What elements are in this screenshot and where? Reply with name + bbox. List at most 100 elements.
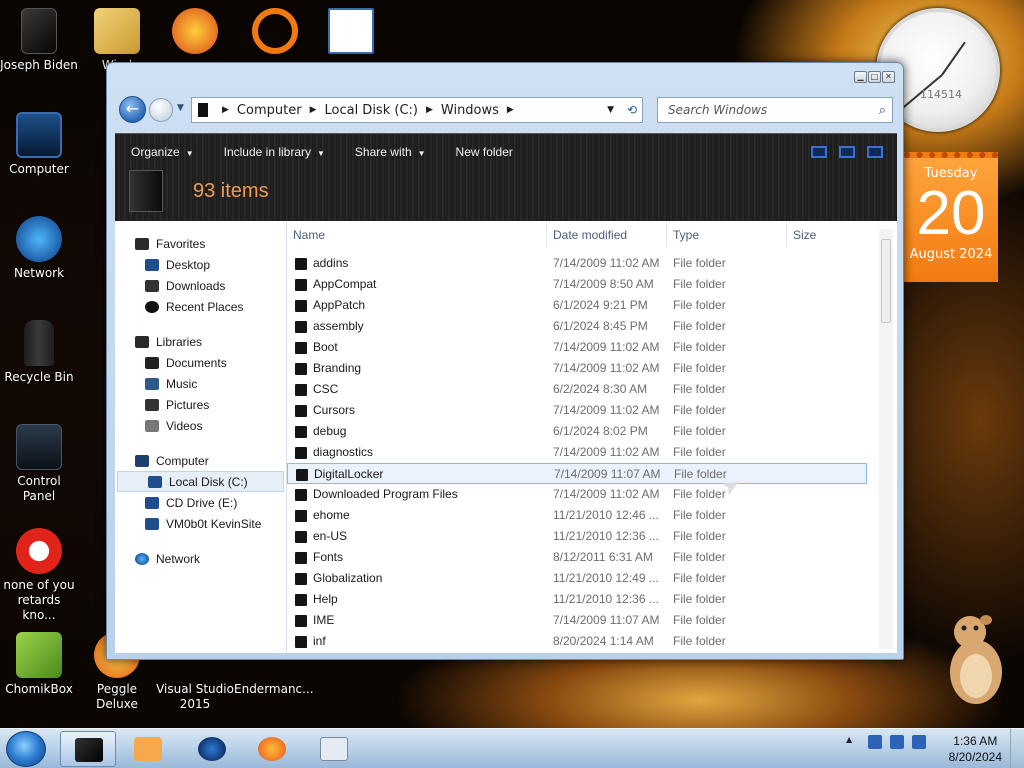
taskbar-firefox[interactable] — [244, 731, 300, 767]
chevron-right-icon[interactable]: ▶ — [222, 105, 229, 115]
caret-down-icon: ▼ — [317, 149, 325, 158]
scrollbar-thumb[interactable] — [881, 239, 891, 323]
refresh-icon[interactable]: ⟲ — [622, 103, 642, 117]
chevron-right-icon[interactable]: ▶ — [507, 105, 514, 115]
calendar-gadget[interactable]: Tuesday 20 August 2024 — [904, 152, 998, 282]
network-status-icon[interactable] — [890, 735, 904, 749]
file-row[interactable]: Cursors 7/14/2009 11:02 AM File folder — [287, 400, 867, 421]
folder-icon — [295, 573, 307, 585]
explorer-window[interactable]: ▁ □ ✕ ← ▼ ▶ Computer ▶ Local Disk (C:) ▶… — [106, 62, 904, 660]
file-row[interactable]: AppPatch 6/1/2024 9:21 PM File folder — [287, 295, 867, 316]
file-row[interactable]: Branding 7/14/2009 11:02 AM File folder — [287, 358, 867, 379]
desktop-icon-joseph-biden[interactable]: Joseph Biden — [0, 8, 78, 73]
nav-item-music[interactable]: Music — [115, 373, 286, 394]
nav-item-computer[interactable]: Computer — [115, 450, 286, 471]
desktop-icon-network[interactable]: Network — [0, 216, 78, 281]
breadcrumb-windows[interactable]: Windows — [441, 103, 499, 118]
column-header-name[interactable]: Name — [293, 228, 325, 242]
file-date: 7/14/2009 11:07 AM — [553, 613, 660, 627]
file-row[interactable]: Globalization 11/21/2010 12:49 ... File fo… — [287, 568, 867, 589]
file-row[interactable]: assembly 6/1/2024 8:45 PM File folder — [287, 316, 867, 337]
nav-item-downloads[interactable]: Downloads — [115, 275, 286, 296]
minimize-button[interactable]: ▁ — [854, 71, 867, 83]
file-row[interactable]: Help 11/21/2010 12:36 ... File folder — [287, 589, 867, 610]
desktop-icon-ring[interactable] — [236, 8, 314, 58]
column-header-type[interactable]: Type — [673, 228, 699, 242]
search-icon[interactable]: ⌕ — [879, 103, 886, 118]
new-folder-button[interactable]: New folder — [456, 145, 513, 159]
nav-item-local-disk[interactable]: Local Disk (C:) — [117, 471, 284, 492]
taskbar-explorer[interactable] — [60, 731, 116, 767]
back-button[interactable]: ← — [119, 96, 146, 123]
help-icon[interactable] — [867, 146, 883, 158]
taskbar-clock[interactable]: 1:36 AM 8/20/2024 — [949, 733, 1002, 765]
breadcrumb-computer[interactable]: Computer — [237, 103, 302, 118]
file-list: Name Date modified Type Size addins 7/14/… — [287, 221, 897, 653]
desktop-icon-window-app[interactable] — [312, 8, 390, 58]
file-row[interactable]: Downloaded Program Files 7/14/2009 11:02 … — [287, 484, 867, 505]
column-divider[interactable] — [546, 223, 547, 247]
preview-pane-icon[interactable] — [839, 146, 855, 158]
column-header-date[interactable]: Date modified — [553, 228, 627, 242]
breadcrumb-local-disk[interactable]: Local Disk (C:) — [324, 103, 417, 118]
file-row[interactable]: AppCompat 7/14/2009 8:50 AM File folder — [287, 274, 867, 295]
file-row[interactable]: DigitalLocker 7/14/2009 11:07 AM File fold… — [287, 463, 867, 484]
maximize-button[interactable]: □ — [868, 71, 881, 83]
taskbar-calculator[interactable] — [306, 731, 362, 767]
desktop-icon-recycle-bin[interactable]: Recycle Bin — [0, 320, 78, 385]
file-row[interactable]: CSC 6/2/2024 8:30 AM File folder — [287, 379, 867, 400]
desktop-icon-computer[interactable]: Computer — [0, 112, 78, 177]
file-date: 8/20/2024 1:14 AM — [553, 634, 654, 648]
column-divider[interactable] — [666, 223, 667, 247]
nav-item-libraries[interactable]: Libraries — [115, 331, 286, 352]
file-row[interactable]: IME 7/14/2009 11:07 AM File folder — [287, 610, 867, 631]
desktop-icon-chomikbox[interactable]: ChomikBox — [0, 632, 78, 697]
change-view-icon[interactable] — [811, 146, 827, 158]
forward-button[interactable] — [149, 98, 173, 122]
file-row[interactable]: diagnostics 7/14/2009 11:02 AM File folder — [287, 442, 867, 463]
nav-item-pictures[interactable]: Pictures — [115, 394, 286, 415]
share-with-button[interactable]: Share with ▼ — [355, 145, 426, 159]
file-row[interactable]: addins 7/14/2009 11:02 AM File folder — [287, 253, 867, 274]
tray-expand-icon[interactable]: ▲ — [846, 735, 860, 749]
desktop-icon-control-panel[interactable]: Control Panel — [0, 424, 78, 504]
nav-item-network[interactable]: Network — [115, 548, 286, 569]
taskbar-media-player[interactable] — [120, 731, 176, 767]
vertical-scrollbar[interactable] — [879, 229, 893, 649]
column-divider[interactable] — [786, 223, 787, 247]
desktop-icon-opera[interactable]: none of you retards kno... — [0, 528, 78, 623]
close-button[interactable]: ✕ — [882, 71, 895, 83]
include-in-library-button[interactable]: Include in library ▼ — [224, 145, 325, 159]
nav-item-favorites[interactable]: Favorites — [115, 233, 286, 254]
recent-pages-dropdown[interactable]: ▼ — [177, 103, 184, 113]
nav-item-videos[interactable]: Videos — [115, 415, 286, 436]
file-row[interactable]: Fonts 8/12/2011 6:31 AM File folder — [287, 547, 867, 568]
nav-item-documents[interactable]: Documents — [115, 352, 286, 373]
desktop-icon-label: Peggle Deluxe — [96, 682, 138, 711]
file-row[interactable]: ehome 11/21/2010 12:46 ... File folder — [287, 505, 867, 526]
libraries-icon — [135, 335, 149, 348]
nav-item-desktop[interactable]: Desktop — [115, 254, 286, 275]
file-row[interactable]: debug 6/1/2024 8:02 PM File folder — [287, 421, 867, 442]
file-row[interactable]: Boot 7/14/2009 11:02 AM File folder — [287, 337, 867, 358]
column-header-size[interactable]: Size — [793, 228, 816, 242]
file-row[interactable]: en-US 11/21/2010 12:36 ... File folder — [287, 526, 867, 547]
organize-button[interactable]: Organize ▼ — [131, 145, 194, 159]
address-dropdown-icon[interactable]: ▼ — [607, 105, 614, 115]
nav-item-recent-places[interactable]: Recent Places — [115, 296, 286, 317]
nav-item-cd-drive[interactable]: CD Drive (E:) — [115, 492, 286, 513]
chevron-right-icon[interactable]: ▶ — [426, 105, 433, 115]
search-input[interactable]: Search Windows ⌕ — [657, 97, 893, 123]
taskbar-ie[interactable] — [184, 731, 240, 767]
chevron-right-icon[interactable]: ▶ — [310, 105, 317, 115]
volume-icon[interactable] — [912, 735, 926, 749]
file-row[interactable]: inf 8/20/2024 1:14 AM File folder — [287, 631, 867, 652]
tray-app-icon[interactable] — [868, 735, 882, 749]
desktop-icon-opera-top[interactable] — [156, 8, 234, 58]
show-desktop-button[interactable] — [1010, 729, 1024, 768]
desktop-icon-label: Computer — [9, 162, 69, 176]
address-bar[interactable]: ▶ Computer ▶ Local Disk (C:) ▶ Windows ▶… — [191, 97, 643, 123]
start-button[interactable] — [6, 731, 46, 767]
nav-item-network-share[interactable]: VM0b0t KevinSite — [115, 513, 286, 534]
nav-label: Libraries — [156, 334, 203, 349]
